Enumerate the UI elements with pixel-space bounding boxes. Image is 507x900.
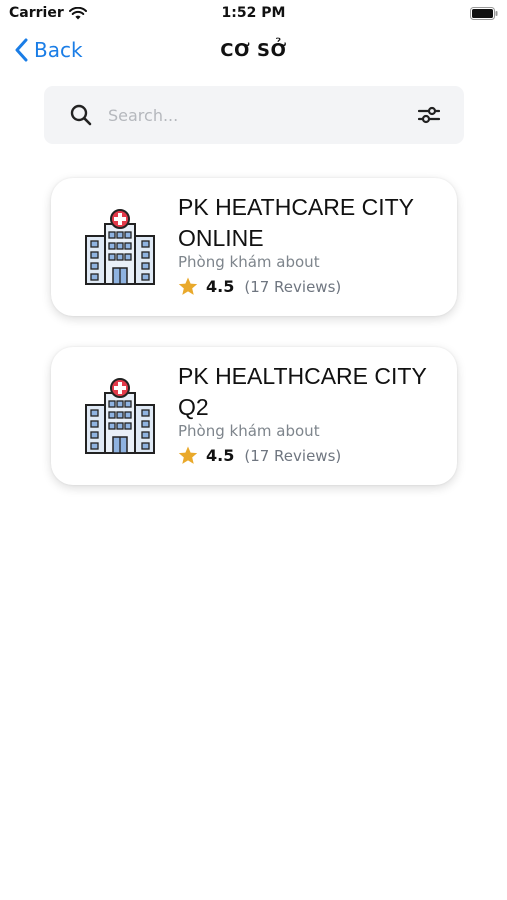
battery-icon <box>470 7 498 20</box>
hospital-icon <box>85 378 155 454</box>
clinic-name: PK HEATHCARE CITY ONLINE <box>178 194 414 251</box>
rating-value: 4.5 <box>206 277 235 296</box>
star-icon <box>178 446 198 464</box>
rating-value: 4.5 <box>206 446 235 465</box>
clinic-subtitle: Phòng khám about <box>178 253 320 271</box>
clinic-card[interactable]: PK HEATHCARE CITY ONLINE Phòng khám abou… <box>51 178 457 316</box>
hospital-icon <box>85 209 155 285</box>
search-input[interactable] <box>108 100 398 130</box>
clinic-rating: 4.5 (17 Reviews) <box>178 446 341 465</box>
review-count: (17 Reviews) <box>244 446 342 465</box>
clinic-rating: 4.5 (17 Reviews) <box>178 277 341 296</box>
search-bar <box>44 86 464 144</box>
search-icon <box>70 104 92 126</box>
star-icon <box>178 277 198 295</box>
page-title: CƠ SỞ <box>220 40 287 61</box>
clinic-subtitle: Phòng khám about <box>178 422 320 440</box>
review-count: (17 Reviews) <box>244 277 342 296</box>
filter-icon[interactable] <box>418 105 440 125</box>
clinic-name: PK HEALTHCARE CITY Q2 <box>178 363 427 420</box>
status-bar: Carrier 1:52 PM <box>0 0 507 28</box>
clinic-card[interactable]: PK HEALTHCARE CITY Q2 Phòng khám about 4… <box>51 347 457 485</box>
status-time: 1:52 PM <box>221 5 286 21</box>
navigation-bar: Back CƠ SỞ <box>0 34 507 72</box>
